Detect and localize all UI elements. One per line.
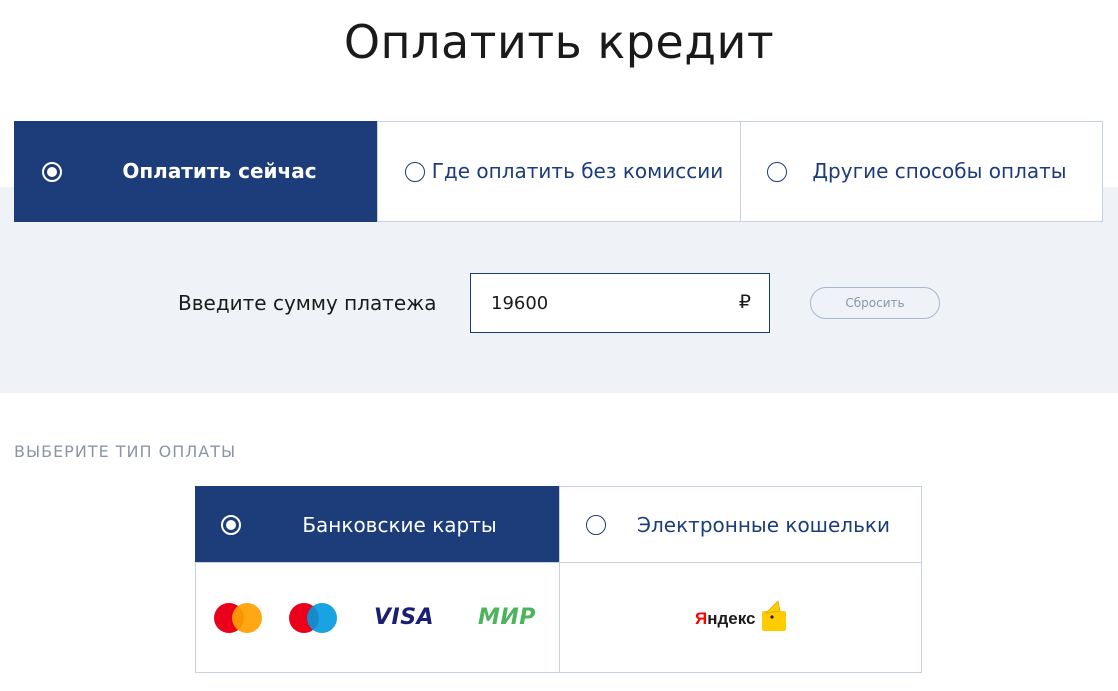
- yandex-rest: ндекс: [707, 609, 756, 628]
- tab-pay-without-commission[interactable]: Где оплатить без комиссии: [377, 121, 741, 222]
- tab-label: Где оплатить без комиссии: [431, 159, 724, 183]
- amount-input[interactable]: [491, 274, 721, 332]
- card-logos-panel: VISA МИР: [195, 562, 560, 673]
- option-label: Электронные кошельки: [637, 512, 890, 537]
- wallet-logos-panel: Яндекс: [559, 562, 922, 673]
- radio-unselected-icon[interactable]: [586, 514, 606, 535]
- option-label: Банковские карты: [302, 512, 497, 537]
- option-bank-cards[interactable]: Банковские карты: [195, 486, 559, 563]
- radio-selected-icon[interactable]: [42, 161, 62, 182]
- tab-label: Другие способы оплаты: [812, 159, 1067, 183]
- radio-unselected-icon[interactable]: [767, 161, 787, 182]
- mir-logo: МИР: [478, 605, 536, 630]
- radio-selected-icon[interactable]: [221, 514, 241, 535]
- ruble-icon: ₽: [738, 291, 751, 313]
- tab-other-payment-methods[interactable]: Другие способы оплаты: [740, 121, 1103, 222]
- visa-logo: VISA: [374, 605, 435, 630]
- payment-type-heading: ВЫБЕРИТЕ ТИП ОПЛАТЫ: [14, 442, 237, 461]
- yandex-money-logo: Яндекс: [695, 609, 755, 629]
- reset-button[interactable]: Сбросить: [810, 287, 940, 319]
- amount-input-box[interactable]: ₽: [470, 273, 770, 333]
- yandex-first-letter: Я: [695, 609, 708, 628]
- maestro-icon: [289, 603, 339, 633]
- tab-pay-now[interactable]: Оплатить сейчас: [14, 121, 378, 222]
- yandex-wallet-icon: [762, 600, 786, 631]
- radio-unselected-icon[interactable]: [405, 161, 425, 182]
- amount-label: Введите сумму платежа: [178, 291, 437, 315]
- page-title: Оплатить кредит: [343, 15, 775, 69]
- option-e-wallets[interactable]: Электронные кошельки: [559, 486, 922, 563]
- mastercard-icon: [214, 603, 264, 633]
- tab-label: Оплатить сейчас: [122, 159, 317, 183]
